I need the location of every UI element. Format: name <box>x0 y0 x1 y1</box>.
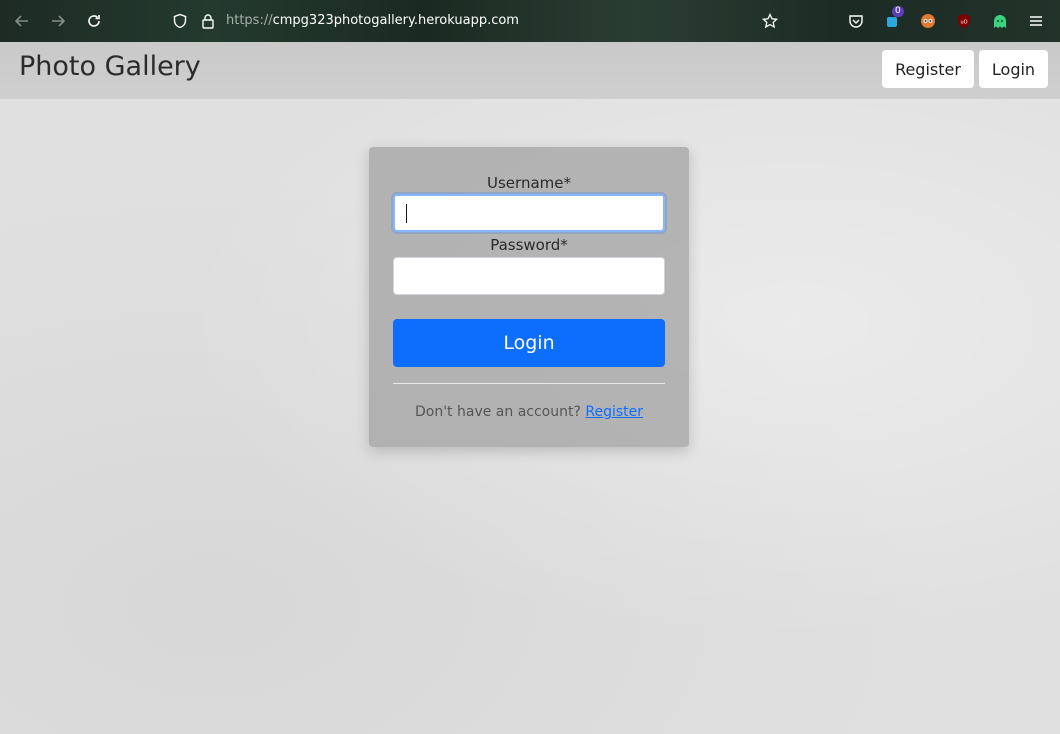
username-label: Username* <box>487 174 571 192</box>
url-host: cmpg323photogallery.herokuapp.com <box>272 13 519 28</box>
browser-toolbar: https://cmpg323photogallery.herokuapp.co… <box>0 0 1060 42</box>
username-input[interactable] <box>393 194 665 232</box>
lock-icon[interactable] <box>198 11 218 31</box>
ghostery-icon[interactable] <box>990 11 1010 31</box>
privacy-badger-icon[interactable] <box>918 11 938 31</box>
shield-icon[interactable] <box>170 11 190 31</box>
login-card: Username* Password* Login Don't have an … <box>369 147 689 447</box>
back-arrow-icon[interactable] <box>12 11 32 31</box>
ublock-icon[interactable]: uO <box>954 11 974 31</box>
bookmark-star-icon[interactable] <box>760 11 780 31</box>
login-submit-button[interactable]: Login <box>393 319 665 367</box>
signup-prompt-text: Don't have an account? <box>414 404 581 420</box>
svg-text:uO: uO <box>960 20 967 26</box>
address-bar-url[interactable]: https://cmpg323photogallery.herokuapp.co… <box>226 13 519 28</box>
site-navbar: Photo Gallery Register Login <box>0 42 1060 99</box>
hamburger-menu-icon[interactable] <box>1026 11 1046 31</box>
reload-icon[interactable] <box>84 11 104 31</box>
signup-prompt: Don't have an account? Register <box>369 404 689 420</box>
header-login-button[interactable]: Login <box>979 50 1048 88</box>
site-title[interactable]: Photo Gallery <box>19 51 201 82</box>
password-label: Password* <box>490 236 568 254</box>
password-input[interactable] <box>393 257 665 295</box>
pocket-icon[interactable] <box>846 11 866 31</box>
header-register-button[interactable]: Register <box>882 50 974 88</box>
url-protocol: https:// <box>226 13 273 28</box>
text-caret <box>406 204 407 223</box>
forward-arrow-icon[interactable] <box>48 11 68 31</box>
divider <box>393 383 665 384</box>
extension-badge: 0 <box>892 6 904 17</box>
signup-register-link[interactable]: Register <box>585 404 643 420</box>
